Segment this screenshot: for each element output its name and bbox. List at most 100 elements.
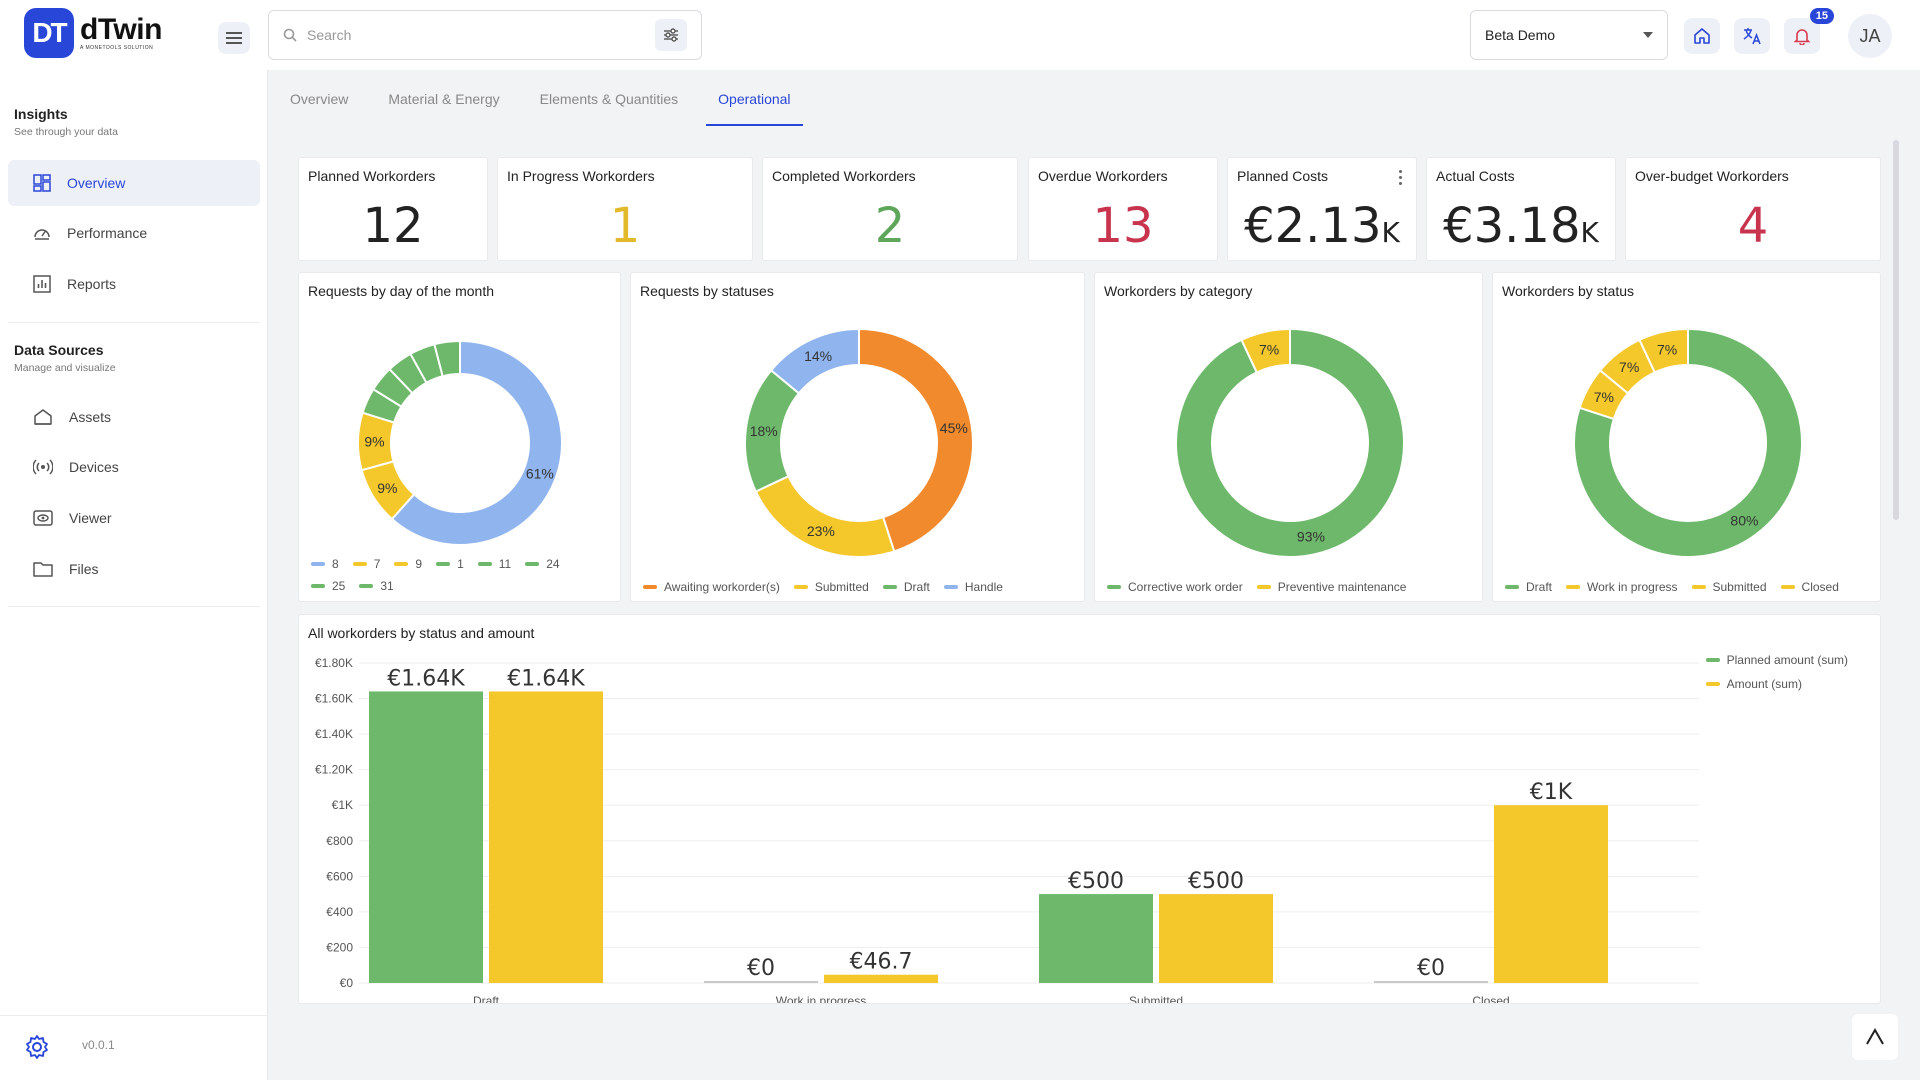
sidebar-item-viewer[interactable]: Viewer: [8, 495, 260, 541]
slice-label: 93%: [1297, 529, 1325, 545]
sidebar-item-label: Devices: [69, 459, 119, 475]
legend-item[interactable]: Submitted: [793, 580, 869, 594]
sidebar-footer-divider: [0, 1015, 268, 1016]
house-icon: [34, 409, 52, 425]
search-input[interactable]: Search: [307, 27, 655, 43]
legend-item[interactable]: Corrective work order: [1107, 580, 1243, 594]
sidebar-item-reports[interactable]: Reports: [8, 261, 260, 307]
kpi-card-actual-costs: Actual Costs €3.18K: [1426, 157, 1616, 261]
broadcast-icon: [33, 459, 53, 475]
sidebar-item-label: Assets: [69, 409, 112, 425]
gear-icon: [26, 1035, 48, 1059]
slice-label: 9%: [377, 480, 397, 496]
chevron-up-icon: [1866, 1027, 1884, 1045]
legend-item[interactable]: Planned amount (sum): [1705, 653, 1848, 667]
page-scrollbar[interactable]: [1893, 140, 1899, 520]
legend-item[interactable]: 11: [477, 557, 511, 571]
more-options-button[interactable]: [1392, 166, 1408, 188]
kpi-title: Overdue Workorders: [1038, 168, 1168, 184]
eye-icon: [33, 510, 53, 526]
home-button[interactable]: [1684, 18, 1720, 54]
scroll-to-top-button[interactable]: [1852, 1014, 1898, 1060]
slice-label: 23%: [807, 523, 835, 539]
top-bar: DT dTwin A MONETOOLS SOLUTION Search Bet…: [0, 0, 1920, 70]
legend-item[interactable]: 9: [394, 557, 422, 571]
legend-item[interactable]: Awaiting workorder(s): [643, 580, 780, 594]
legend-item[interactable]: 7: [352, 557, 380, 571]
tab-elements-quantities[interactable]: Elements & Quantities: [520, 72, 699, 126]
sidebar-item-overview[interactable]: Overview: [8, 160, 260, 206]
tab-material-energy[interactable]: Material & Energy: [368, 72, 519, 126]
tab-operational[interactable]: Operational: [698, 72, 810, 126]
legend-item[interactable]: Handle: [943, 580, 1003, 594]
slice-label: 7%: [1619, 359, 1639, 375]
sidebar-item-assets[interactable]: Assets: [8, 394, 260, 440]
bar[interactable]: [489, 691, 603, 983]
chart-card-workorders-by-status: Workorders by status 80% 7% 7% 7% Draft Work…: [1492, 272, 1881, 602]
bar[interactable]: [824, 974, 938, 983]
bar[interactable]: [1159, 894, 1273, 983]
donut-chart: 61% 9% 9%: [357, 339, 563, 546]
bar-value-label: €46.7: [850, 950, 913, 975]
legend-item[interactable]: Work in progress: [1566, 580, 1678, 594]
project-select[interactable]: Beta Demo: [1470, 10, 1668, 60]
settings-button[interactable]: [24, 1034, 50, 1065]
bar[interactable]: [1374, 981, 1488, 983]
legend-item[interactable]: Draft: [882, 580, 930, 594]
legend-item[interactable]: 25: [311, 579, 345, 593]
x-tick-label: Submitted: [1129, 994, 1183, 1004]
legend-item[interactable]: Amount (sum): [1705, 677, 1848, 691]
y-tick-label: €1.80K: [315, 656, 353, 670]
sidebar-item-label: Reports: [67, 276, 117, 292]
legend-item[interactable]: Closed: [1780, 580, 1839, 594]
legend-item[interactable]: 1: [436, 557, 464, 571]
y-tick-label: €1.20K: [315, 763, 353, 777]
chart-card-workorders-by-category: Workorders by category 93% 7% Corrective …: [1094, 272, 1483, 602]
search-filter-button[interactable]: [655, 19, 687, 51]
donut-slice[interactable]: [858, 327, 974, 553]
sidebar-item-label: Files: [69, 561, 99, 577]
data-sources-section: Data Sources Manage and visualize: [14, 342, 116, 374]
translate-button[interactable]: [1734, 18, 1770, 54]
bar[interactable]: [1494, 805, 1608, 983]
kpi-title: Completed Workorders: [772, 168, 916, 184]
legend-item[interactable]: Submitted: [1691, 580, 1767, 594]
bar-chart: €0 €200 €400 €600 €800 €1K €1.20K €1.40K €1.60K €…: [315, 656, 1699, 1004]
bar[interactable]: [704, 981, 818, 983]
app-logo[interactable]: DT dTwin A MONETOOLS SOLUTION: [24, 8, 162, 58]
donut-chart: 45% 23% 18% 14%: [744, 327, 974, 558]
dashboard-tabs: Overview Material & Energy Elements & Qu…: [270, 72, 811, 126]
chart-legend: 8 7 9 1 11 24 25 31: [311, 557, 612, 593]
chart-card-requests-by-statuses: Requests by statuses 45% 23% 18% 14% Awaiti…: [630, 272, 1085, 602]
x-tick-label: Draft: [473, 994, 500, 1004]
tab-overview[interactable]: Overview: [270, 72, 368, 126]
sidebar-item-performance[interactable]: Performance: [8, 210, 260, 256]
logo-mark: DT: [24, 8, 74, 58]
donut-slice[interactable]: [754, 474, 896, 558]
kpi-card-planned-costs: Planned Costs €2.13K: [1227, 157, 1417, 261]
kpi-value: 1: [609, 198, 641, 254]
notification-badge: 15: [1809, 8, 1834, 24]
section-subtitle: Manage and visualize: [14, 362, 116, 374]
y-tick-label: €1.40K: [315, 727, 353, 741]
legend-item[interactable]: Preventive maintenance: [1256, 580, 1406, 594]
legend-item[interactable]: 8: [311, 557, 339, 571]
kpi-value: 12: [362, 198, 424, 254]
legend-item[interactable]: Draft: [1505, 580, 1552, 594]
notifications-button[interactable]: 15: [1784, 8, 1834, 54]
bar[interactable]: [369, 691, 483, 983]
kpi-value: 4: [1737, 198, 1769, 254]
bar-value-label: €0: [1417, 956, 1445, 981]
sidebar-item-files[interactable]: Files: [8, 546, 260, 592]
legend-item[interactable]: 31: [359, 579, 394, 593]
slice-label: 45%: [940, 420, 968, 436]
user-avatar[interactable]: JA: [1848, 14, 1892, 58]
hamburger-icon: [226, 32, 242, 44]
search-bar[interactable]: Search: [268, 10, 702, 60]
x-tick-label: Closed: [1472, 994, 1509, 1004]
sidebar-item-devices[interactable]: Devices: [8, 444, 260, 490]
legend-item[interactable]: 24: [525, 557, 560, 571]
slice-label: 9%: [364, 434, 384, 450]
menu-toggle-button[interactable]: [218, 22, 250, 54]
bar[interactable]: [1039, 894, 1153, 983]
